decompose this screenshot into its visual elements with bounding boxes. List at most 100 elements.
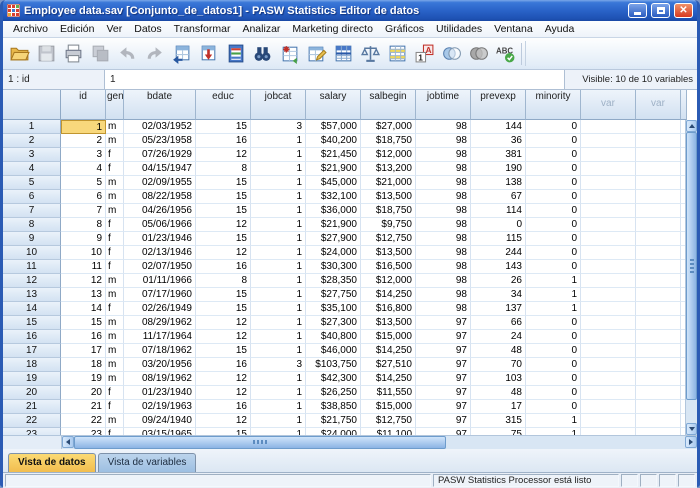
grid-cell[interactable] [636,274,681,288]
grid-cell[interactable]: 15 [196,176,251,190]
grid-cell[interactable]: 97 [416,414,471,428]
grid-cell[interactable]: $45,000 [306,176,361,190]
grid-cell[interactable]: m [106,204,124,218]
column-header-educ[interactable]: educ [196,90,251,120]
grid-cell[interactable]: 19 [61,372,106,386]
grid-cell[interactable]: 15 [196,344,251,358]
grid-cell[interactable]: 15 [196,120,251,134]
grid-cell[interactable]: 02/26/1949 [124,302,196,316]
insert-cases-button[interactable] [276,41,302,66]
grid-cell[interactable]: 24 [471,330,526,344]
grid-cell[interactable]: 16 [196,134,251,148]
grid-cell[interactable] [581,288,636,302]
grid-cell[interactable]: f [106,148,124,162]
grid-cell[interactable]: 98 [416,288,471,302]
grid-cell[interactable] [581,134,636,148]
column-header-jobtime[interactable]: jobtime [416,90,471,120]
grid-cell[interactable]: 1 [251,232,306,246]
row-number-header[interactable]: 11 [3,260,61,274]
menu-gr-ficos[interactable]: Gráficos [379,22,430,36]
grid-cell[interactable]: 1 [526,428,581,435]
grid-cell[interactable]: 1 [251,190,306,204]
select-cases-button[interactable] [384,41,410,66]
grid-cell[interactable] [636,260,681,274]
grid-cell[interactable]: 07/17/1960 [124,288,196,302]
row-number-header[interactable]: 17 [3,344,61,358]
grid-cell[interactable]: m [106,372,124,386]
grid-cell[interactable]: $14,250 [361,344,416,358]
grid-cell[interactable]: $15,000 [361,330,416,344]
row-number-header[interactable]: 14 [3,302,61,316]
grid-cell[interactable]: 1 [251,162,306,176]
grid-cell[interactable] [636,190,681,204]
grid-cell[interactable]: $14,250 [361,372,416,386]
grid-cell[interactable] [581,316,636,330]
grid-cell[interactable]: 15 [196,204,251,218]
grid-cell[interactable]: 0 [526,358,581,372]
grid-cell[interactable]: $16,500 [361,260,416,274]
column-header-jobcat[interactable]: jobcat [251,90,306,120]
grid-cell[interactable]: 12 [196,148,251,162]
menu-ver[interactable]: Ver [100,22,128,36]
grid-cell[interactable]: 0 [526,260,581,274]
recall-dialogs-button[interactable] [87,41,113,66]
grid-cell[interactable]: 1 [251,414,306,428]
grid-cell[interactable]: 1 [251,400,306,414]
grid-cell[interactable]: 22 [61,414,106,428]
grid-cell[interactable]: 0 [526,330,581,344]
grid-cell[interactable] [581,330,636,344]
grid-cell[interactable] [581,400,636,414]
grid-cell[interactable] [636,330,681,344]
grid-cell[interactable]: $13,500 [361,316,416,330]
grid-cell[interactable] [636,148,681,162]
row-number-header[interactable]: 19 [3,372,61,386]
goto-case-button[interactable] [168,41,194,66]
row-number-header[interactable]: 20 [3,386,61,400]
grid-cell[interactable] [636,428,681,435]
grid-cell[interactable]: $57,000 [306,120,361,134]
redo-button[interactable] [141,41,167,66]
row-number-header[interactable]: 22 [3,414,61,428]
grid-cell[interactable]: $21,900 [306,162,361,176]
grid-cell[interactable]: 97 [416,358,471,372]
grid-cell[interactable]: f [106,218,124,232]
grid-cell[interactable]: f [106,428,124,435]
grid-cell[interactable] [636,162,681,176]
grid-cell[interactable]: $16,800 [361,302,416,316]
grid-cell[interactable]: $40,200 [306,134,361,148]
row-number-header[interactable]: 16 [3,330,61,344]
grid-cell[interactable]: 34 [471,288,526,302]
grid-cell[interactable] [581,246,636,260]
grid-cell[interactable] [636,358,681,372]
grid-cell[interactable]: 97 [416,316,471,330]
grid-cell[interactable]: $12,750 [361,414,416,428]
grid-cell[interactable]: 1 [251,204,306,218]
grid-cell[interactable]: $11,100 [361,428,416,435]
close-button[interactable]: ✕ [674,3,693,18]
grid-cell[interactable]: m [106,330,124,344]
show-all-variables-button[interactable] [465,41,491,66]
maximize-button[interactable] [651,3,670,18]
print-button[interactable] [60,41,86,66]
grid-cell[interactable]: 1 [251,246,306,260]
grid-cell[interactable] [636,232,681,246]
grid-cell[interactable]: 381 [471,148,526,162]
grid-cell[interactable]: $9,750 [361,218,416,232]
vertical-scroll-track[interactable] [686,400,697,423]
variables-button[interactable] [222,41,248,66]
grid-cell[interactable]: $18,750 [361,204,416,218]
grid-cell[interactable]: 48 [471,344,526,358]
grid-cell[interactable]: f [106,162,124,176]
grid-cell[interactable]: 98 [416,120,471,134]
grid-cell[interactable]: 05/23/1958 [124,134,196,148]
grid-cell[interactable] [636,372,681,386]
cell-editor-input[interactable]: 1 [105,70,565,89]
grid-cell[interactable]: 0 [526,134,581,148]
row-number-header[interactable]: 15 [3,316,61,330]
grid-cell[interactable]: $27,510 [361,358,416,372]
grid-cell[interactable]: $32,100 [306,190,361,204]
grid-cell[interactable]: 0 [526,400,581,414]
grid-cell[interactable]: 16 [196,260,251,274]
grid-cell[interactable] [636,120,681,134]
grid-cell[interactable]: 97 [416,428,471,435]
